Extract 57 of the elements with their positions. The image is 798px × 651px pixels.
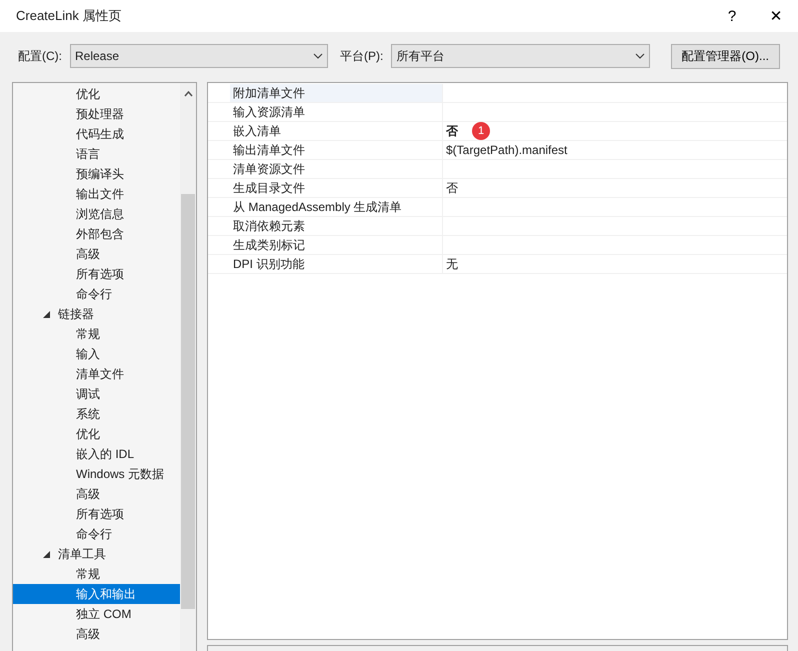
tree-item[interactable]: 命令行 — [13, 284, 180, 304]
property-name[interactable]: DPI 识别功能 — [230, 255, 443, 273]
chevron-down-icon — [313, 53, 323, 59]
tree-item[interactable]: 输入 — [13, 344, 180, 364]
tree-item[interactable]: 独立 COM — [13, 604, 180, 624]
scrollbar[interactable] — [180, 83, 196, 651]
tree-item[interactable]: 输出文件 — [13, 184, 180, 204]
window-title: CreateLink 属性页 — [16, 7, 122, 25]
tree-item[interactable]: Windows 元数据 — [13, 464, 180, 484]
tree-item[interactable]: 代码生成 — [13, 124, 180, 144]
property-name[interactable]: 取消依赖元素 — [230, 217, 443, 235]
annotation-badge: 1 — [472, 122, 490, 140]
tree-item[interactable]: 链接器 — [13, 304, 180, 324]
property-name[interactable]: 附加清单文件 — [230, 84, 443, 102]
tree-item[interactable]: 调试 — [13, 384, 180, 404]
tree-item[interactable]: 高级 — [13, 244, 180, 264]
tree-item[interactable]: 嵌入的 IDL — [13, 444, 180, 464]
scrollbar-thumb[interactable] — [181, 194, 195, 609]
config-dropdown[interactable]: Release — [70, 44, 328, 68]
tree-item[interactable]: 预处理器 — [13, 104, 180, 124]
tree-item[interactable]: 浏览信息 — [13, 204, 180, 224]
property-value[interactable]: $(TargetPath).manifest — [446, 143, 568, 157]
property-name[interactable]: 输出清单文件 — [230, 141, 443, 159]
tree-item[interactable]: 语言 — [13, 144, 180, 164]
close-button[interactable]: ✕ — [754, 0, 798, 32]
property-name[interactable]: 输入资源清单 — [230, 103, 443, 121]
tree-item[interactable]: 所有选项 — [13, 504, 180, 524]
property-name[interactable]: 生成类别标记 — [230, 236, 443, 254]
property-name[interactable]: 嵌入清单 — [230, 122, 443, 140]
tree-item[interactable]: 命令行 — [13, 524, 180, 544]
tree-item[interactable]: 输入和输出 — [13, 584, 180, 604]
property-name[interactable]: 生成目录文件 — [230, 179, 443, 197]
property-name[interactable]: 清单资源文件 — [230, 160, 443, 178]
collapse-triangle-icon[interactable] — [43, 550, 50, 558]
config-label: 配置(C): — [18, 48, 62, 64]
tree-item[interactable]: 预编译头 — [13, 164, 180, 184]
platform-dropdown[interactable]: 所有平台 — [391, 44, 650, 68]
tree-item[interactable]: 所有选项 — [13, 264, 180, 284]
configuration-manager-button[interactable]: 配置管理器(O)... — [670, 44, 780, 68]
tree-item[interactable]: 优化 — [13, 424, 180, 444]
tree-item[interactable]: 优化 — [13, 84, 180, 104]
property-name[interactable]: 从 ManagedAssembly 生成清单 — [230, 198, 443, 216]
tree-item[interactable]: 清单文件 — [13, 364, 180, 384]
collapse-triangle-icon[interactable] — [43, 310, 50, 318]
tree-item[interactable]: 高级 — [13, 624, 180, 644]
tree-item[interactable]: 常规 — [13, 324, 180, 344]
property-value[interactable]: 否 — [446, 122, 458, 140]
property-value[interactable]: 否 — [446, 180, 458, 196]
platform-label: 平台(P): — [340, 48, 384, 64]
tree-item[interactable]: 清单工具 — [13, 544, 180, 564]
chevron-down-icon — [635, 53, 646, 59]
tree-item[interactable]: 高级 — [13, 484, 180, 504]
tree-item[interactable]: 系统 — [13, 404, 180, 424]
tree-item[interactable]: 常规 — [13, 564, 180, 584]
help-button[interactable]: ? — [710, 0, 754, 32]
tree-item[interactable]: 外部包含 — [13, 224, 180, 244]
property-value[interactable]: 无 — [446, 256, 458, 272]
